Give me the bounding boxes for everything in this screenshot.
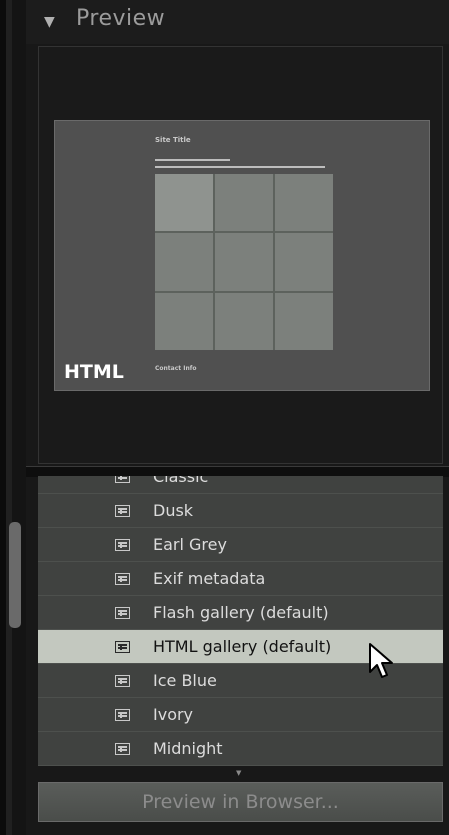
template-label: HTML gallery (default)	[153, 637, 332, 656]
template-type-badge: HTML	[64, 361, 124, 383]
panel-header[interactable]: ▼ Preview	[26, 0, 449, 44]
thumb-cell	[155, 292, 213, 350]
thumb-cell	[215, 174, 273, 232]
thumb-contact-info: Contact Info	[155, 365, 197, 372]
template-icon	[115, 743, 130, 755]
scroll-down-icon[interactable]: ▼	[236, 769, 241, 777]
template-icon	[115, 476, 130, 483]
thumb-cell	[155, 174, 213, 232]
template-icon	[115, 709, 130, 721]
thumb-image-grid	[155, 174, 333, 350]
template-icon	[115, 607, 130, 619]
template-item-flash-gallery[interactable]: Flash gallery (default)	[38, 596, 443, 630]
template-label: Classic	[153, 476, 209, 486]
template-list: Classic Dusk Earl Grey Exif metadata Fla…	[38, 476, 443, 766]
template-label: Ice Blue	[153, 671, 217, 690]
template-icon	[115, 675, 130, 687]
template-label: Ivory	[153, 705, 194, 724]
thumb-cell	[275, 292, 333, 350]
preview-in-browser-button[interactable]: Preview in Browser...	[38, 782, 443, 822]
preview-thumbnail: Site Title Contact Info HTML	[54, 120, 430, 391]
thumb-cell	[275, 174, 333, 232]
template-label: Earl Grey	[153, 535, 227, 554]
thumb-text-line	[155, 159, 230, 161]
template-item-exif-metadata[interactable]: Exif metadata	[38, 562, 443, 596]
scrollbar-track[interactable]	[12, 0, 26, 835]
collapse-triangle-icon[interactable]: ▼	[44, 14, 55, 30]
template-label: Midnight	[153, 739, 223, 758]
thumb-cell	[275, 233, 333, 291]
template-icon	[115, 539, 130, 551]
template-icon	[115, 573, 130, 585]
scrollbar-thumb[interactable]	[9, 522, 21, 628]
mouse-pointer-icon	[369, 643, 393, 678]
thumb-cell	[215, 233, 273, 291]
template-label: Flash gallery (default)	[153, 603, 329, 622]
thumb-site-title: Site Title	[155, 136, 191, 144]
thumb-text-line	[155, 166, 325, 168]
template-item-dusk[interactable]: Dusk	[38, 494, 443, 528]
template-item-midnight[interactable]: Midnight	[38, 732, 443, 766]
template-item-ivory[interactable]: Ivory	[38, 698, 443, 732]
template-label: Dusk	[153, 501, 194, 520]
template-icon	[115, 505, 130, 517]
thumb-cell	[155, 233, 213, 291]
panel-title: Preview	[76, 6, 166, 31]
template-item-classic[interactable]: Classic	[38, 476, 443, 494]
template-item-earl-grey[interactable]: Earl Grey	[38, 528, 443, 562]
thumb-cell	[215, 292, 273, 350]
template-icon	[115, 641, 130, 653]
template-label: Exif metadata	[153, 569, 266, 588]
